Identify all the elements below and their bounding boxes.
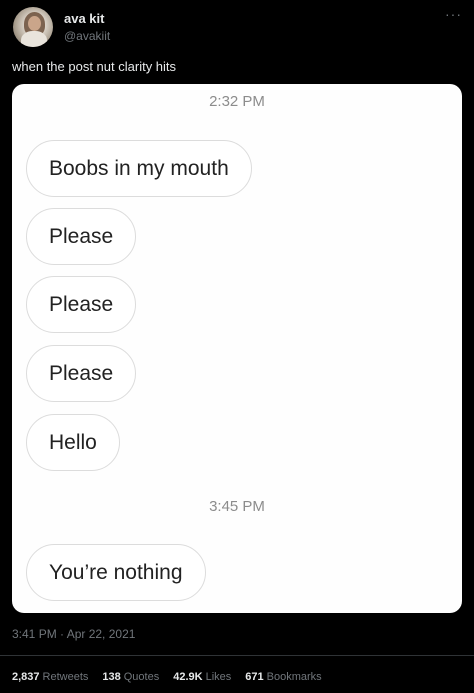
message-timestamp: 2:32 PM [209,93,265,110]
tweet-text: when the post nut clarity hits [12,59,177,74]
avatar-body [21,31,47,47]
post-timestamp[interactable]: 3:41 PM · Apr 22, 2021 [12,627,135,641]
quotes-count: 138 [102,671,121,683]
quotes-stat[interactable]: 138 Quotes [102,671,159,683]
message-bubble: Please [26,345,137,402]
message-bubble: Boobs in my mouth [26,140,252,197]
likes-count: 42.9K [173,671,203,683]
attached-image[interactable]: 2:32 PM Boobs in my mouth Please Please … [12,84,462,613]
message-bubble: You’re nothing [26,544,206,601]
message-timestamp: 3:45 PM [209,498,265,515]
message-bubble: Please [26,276,137,333]
avatar-face [28,16,41,31]
divider [0,655,474,656]
likes-stat[interactable]: 42.9K Likes [173,671,231,683]
bookmarks-label: Bookmarks [266,671,322,683]
author-handle[interactable]: @avakiit [64,29,110,43]
message-bubble: Please [26,208,137,265]
engagement-stats: 2,837 Retweets 138 Quotes 42.9K Likes 671 Bo… [12,671,322,683]
author-name[interactable]: ava kit [64,11,104,26]
quotes-label: Quotes [123,671,160,683]
retweets-label: Retweets [42,671,89,683]
retweets-count: 2,837 [12,671,40,683]
more-options-icon[interactable]: ··· [445,6,462,22]
message-bubble: Hello [26,414,120,471]
tweet-header: ava kit @avakiit ··· [12,6,462,48]
retweets-stat[interactable]: 2,837 Retweets [12,671,88,683]
avatar[interactable] [13,7,53,47]
bookmarks-stat[interactable]: 671 Bookmarks [245,671,321,683]
bookmarks-count: 671 [245,671,264,683]
likes-label: Likes [205,671,232,683]
